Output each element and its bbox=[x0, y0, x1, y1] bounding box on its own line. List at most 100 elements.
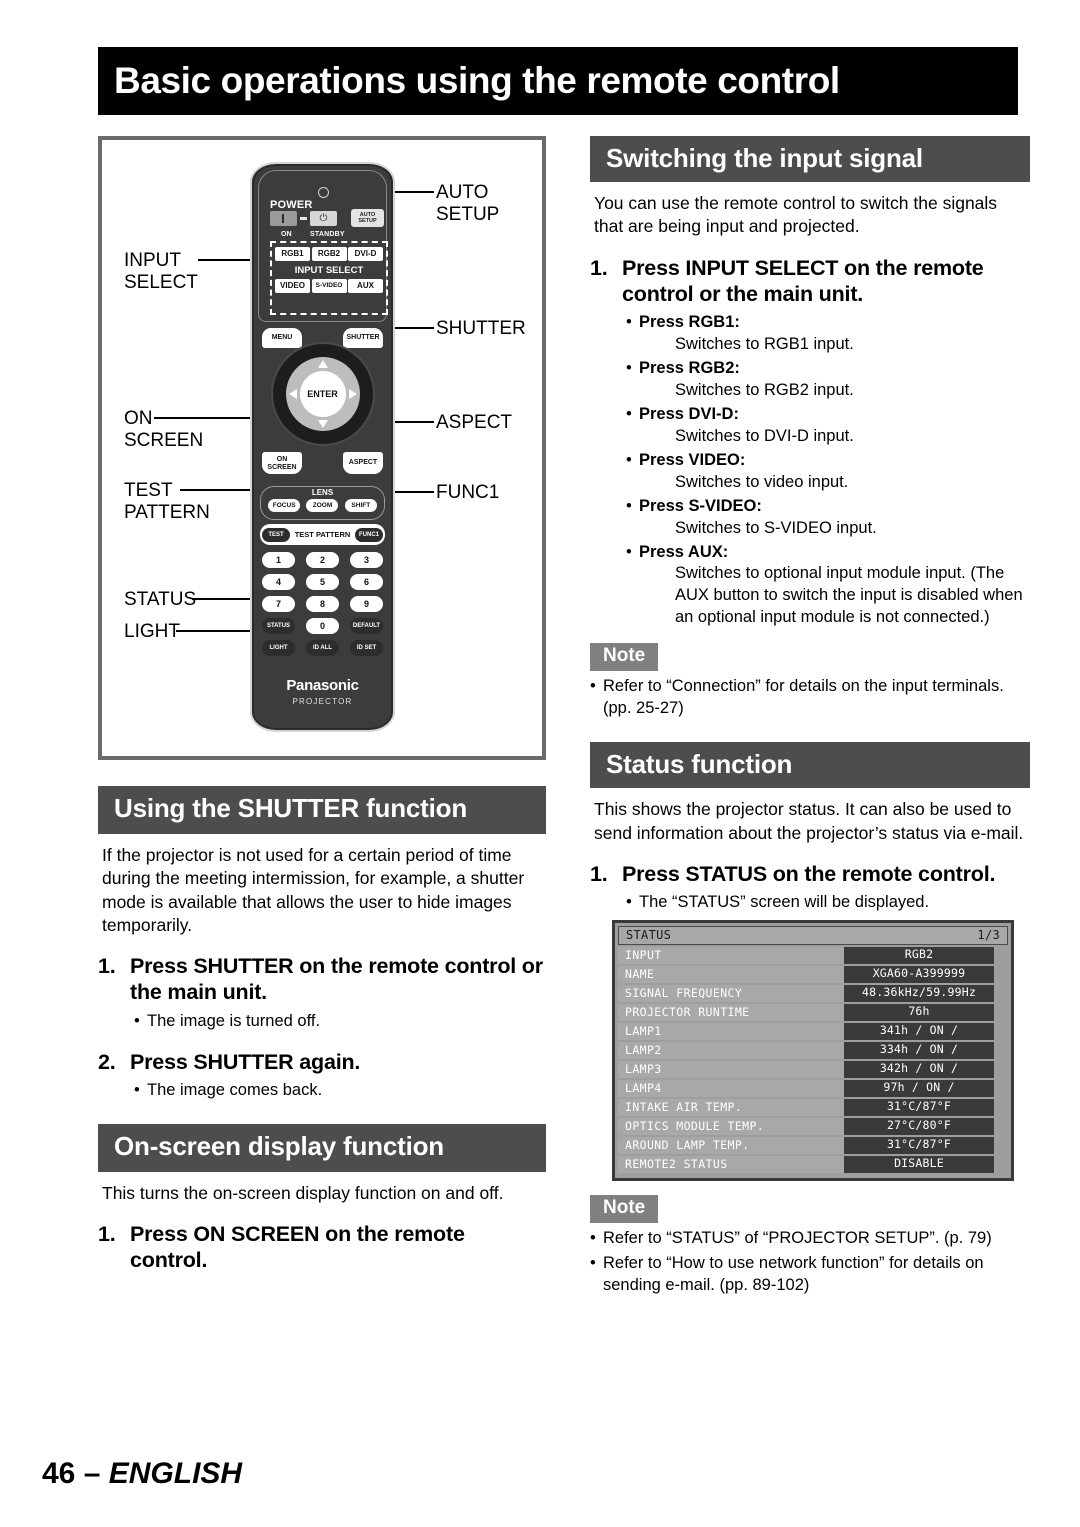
switching-bullet-dvid-desc: Switches to DVI-D input. bbox=[675, 426, 854, 445]
onscreen-step-1-number: 1. bbox=[98, 1222, 116, 1247]
power-divider bbox=[300, 217, 307, 220]
on-screen-button[interactable]: ON SCREEN bbox=[262, 452, 302, 474]
status-row-value: RGB2 bbox=[844, 946, 994, 964]
status-row-value: 334h / ON / bbox=[844, 1041, 994, 1059]
navigation-ring[interactable]: ENTER bbox=[270, 342, 375, 446]
status-note-item-1: • Refer to “STATUS” of “PROJECTOR SETUP”… bbox=[590, 1228, 1030, 1250]
numpad-4-button[interactable]: 4 bbox=[262, 574, 295, 590]
page-title: Basic operations using the remote contro… bbox=[114, 60, 840, 101]
status-row-value: 342h / ON / bbox=[844, 1060, 994, 1078]
arrow-left-icon[interactable] bbox=[288, 389, 297, 399]
power-on-label: ON bbox=[281, 231, 292, 238]
bullet-dot-icon: • bbox=[626, 359, 632, 377]
bullet-dot-icon: • bbox=[626, 496, 632, 515]
callout-aspect: ASPECT bbox=[436, 412, 513, 433]
leader-on-screen bbox=[154, 417, 254, 419]
shutter-button[interactable]: SHUTTER bbox=[343, 328, 383, 348]
video-button[interactable]: VIDEO bbox=[275, 279, 310, 293]
func1-button[interactable]: FUNC1 bbox=[355, 527, 383, 542]
numpad-8-button[interactable]: 8 bbox=[306, 596, 339, 612]
numpad-5-button[interactable]: 5 bbox=[306, 574, 339, 590]
shutter-step-2-number: 2. bbox=[98, 1049, 116, 1074]
shutter-step-1-bullet: • The image is turned off. bbox=[134, 1011, 546, 1033]
id-set-button[interactable]: ID SET bbox=[350, 640, 383, 656]
power-on-button[interactable] bbox=[270, 211, 297, 226]
default-button[interactable]: DEFAULT bbox=[350, 618, 383, 634]
remote-control-body: POWER ⏻ ON STANDBY AUTO SETUP RGB1 RGB2 … bbox=[250, 162, 395, 732]
status-row-label: INTAKE AIR TEMP. bbox=[618, 1098, 844, 1116]
shutter-step-1-number: 1. bbox=[98, 954, 116, 979]
switching-bullet-video-desc: Switches to video input. bbox=[675, 472, 849, 491]
shutter-step-1-bullet-text: The image is turned off. bbox=[147, 1011, 321, 1030]
status-row-value: 97h / ON / bbox=[844, 1079, 994, 1097]
numpad-3-button[interactable]: 3 bbox=[350, 552, 383, 568]
remote-control-figure: INPUT SELECT ON SCREEN TEST PATTERN STAT… bbox=[98, 136, 546, 760]
rgb2-button[interactable]: RGB2 bbox=[311, 247, 347, 261]
test-button[interactable]: TEST bbox=[262, 527, 290, 542]
menu-button[interactable]: MENU bbox=[262, 328, 302, 348]
svideo-button[interactable]: S-VIDEO bbox=[311, 279, 347, 293]
status-row-value: 27°C/80°F bbox=[844, 1117, 994, 1135]
switching-bullets: • Press RGB1: Switches to RGB1 input. • … bbox=[626, 312, 1030, 629]
status-row-value: 31°C/87°F bbox=[844, 1136, 994, 1154]
callout-func1: FUNC1 bbox=[436, 482, 500, 503]
status-button[interactable]: STATUS bbox=[262, 618, 295, 634]
switching-step-1-number: 1. bbox=[590, 255, 608, 280]
callout-auto-setup: AUTO SETUP bbox=[436, 182, 500, 226]
enter-button[interactable]: ENTER bbox=[299, 371, 346, 417]
aux-button[interactable]: AUX bbox=[348, 279, 383, 293]
input-select-row-2: VIDEO S-VIDEO AUX bbox=[275, 279, 383, 293]
status-note-item-2: • Refer to “How to use network function”… bbox=[590, 1253, 1030, 1297]
status-step-1-number: 1. bbox=[590, 861, 608, 886]
numeric-keypad: 1 2 3 4 5 6 7 8 9 STATUS 0 DEFAULT LIGHT… bbox=[262, 552, 383, 662]
light-button[interactable]: LIGHT bbox=[262, 640, 295, 656]
shutter-section-heading: Using the SHUTTER function bbox=[98, 786, 546, 835]
arrow-down-icon[interactable] bbox=[317, 420, 328, 428]
bullet-dot-icon: • bbox=[626, 404, 632, 423]
page-footer: 46 – ENGLISH bbox=[42, 1457, 242, 1491]
numpad-7-button[interactable]: 7 bbox=[262, 596, 295, 612]
status-row-label: PROJECTOR RUNTIME bbox=[618, 1003, 844, 1021]
numpad-9-button[interactable]: 9 bbox=[350, 596, 383, 612]
numpad-0-button[interactable]: 0 bbox=[306, 618, 339, 634]
id-all-button[interactable]: ID ALL bbox=[306, 640, 339, 656]
callout-on-screen: ON SCREEN bbox=[124, 408, 204, 452]
switching-bullet-rgb2-desc: Switches to RGB2 input. bbox=[675, 380, 854, 399]
status-note-item-2-text: Refer to “How to use network function” f… bbox=[603, 1253, 984, 1294]
auto-setup-button[interactable]: AUTO SETUP bbox=[351, 209, 384, 227]
leader-light bbox=[176, 630, 258, 632]
callout-shutter: SHUTTER bbox=[436, 318, 526, 339]
focus-button[interactable]: FOCUS bbox=[268, 499, 301, 512]
switching-bullet-rgb2-label: Press RGB2: bbox=[639, 359, 740, 377]
left-column: INPUT SELECT ON SCREEN TEST PATTERN STAT… bbox=[98, 136, 546, 1274]
numpad-1-button[interactable]: 1 bbox=[262, 552, 295, 568]
status-row-value: 48.36kHz/59.99Hz bbox=[844, 984, 994, 1002]
status-row-value: 76h bbox=[844, 1003, 994, 1021]
numpad-6-button[interactable]: 6 bbox=[350, 574, 383, 590]
power-standby-button[interactable]: ⏻ bbox=[310, 211, 337, 226]
shift-button[interactable]: SHIFT bbox=[344, 499, 377, 512]
status-screen-page-indicator: 1/3 bbox=[977, 927, 1000, 942]
zoom-button[interactable]: ZOOM bbox=[306, 499, 339, 512]
table-row: REMOTE2 STATUS DISABLE bbox=[618, 1155, 1008, 1173]
onscreen-section-intro: This turns the on-screen display functio… bbox=[102, 1182, 504, 1203]
test-pattern-label: TEST PATTERN bbox=[294, 530, 351, 539]
aspect-button[interactable]: ASPECT bbox=[343, 452, 383, 474]
arrow-right-icon[interactable] bbox=[348, 389, 357, 399]
shutter-step-1-bullets: • The image is turned off. bbox=[134, 1011, 546, 1033]
dvid-button[interactable]: DVI-D bbox=[348, 247, 383, 261]
arrow-up-icon[interactable] bbox=[317, 360, 328, 368]
power-label: POWER bbox=[270, 199, 313, 211]
status-step-1-bullet: • The “STATUS” screen will be displayed. bbox=[626, 892, 1030, 914]
numpad-2-button[interactable]: 2 bbox=[306, 552, 339, 568]
status-step-1: 1. Press STATUS on the remote control. bbox=[590, 861, 1030, 887]
footer-page-number: 46 bbox=[42, 1457, 76, 1490]
switching-note-item: • Refer to “Connection” for details on t… bbox=[590, 676, 1030, 720]
leader-input-select bbox=[198, 259, 250, 261]
rgb1-button[interactable]: RGB1 bbox=[275, 247, 310, 261]
remote-top-panel: POWER ⏻ ON STANDBY AUTO SETUP RGB1 RGB2 … bbox=[258, 170, 388, 322]
table-row: INTAKE AIR TEMP. 31°C/87°F bbox=[618, 1098, 1008, 1116]
navigation-inner-ring[interactable]: ENTER bbox=[285, 357, 360, 431]
switching-bullet-svideo-label: Press S-VIDEO: bbox=[639, 496, 762, 515]
table-row: LAMP2 334h / ON / bbox=[618, 1041, 1008, 1059]
